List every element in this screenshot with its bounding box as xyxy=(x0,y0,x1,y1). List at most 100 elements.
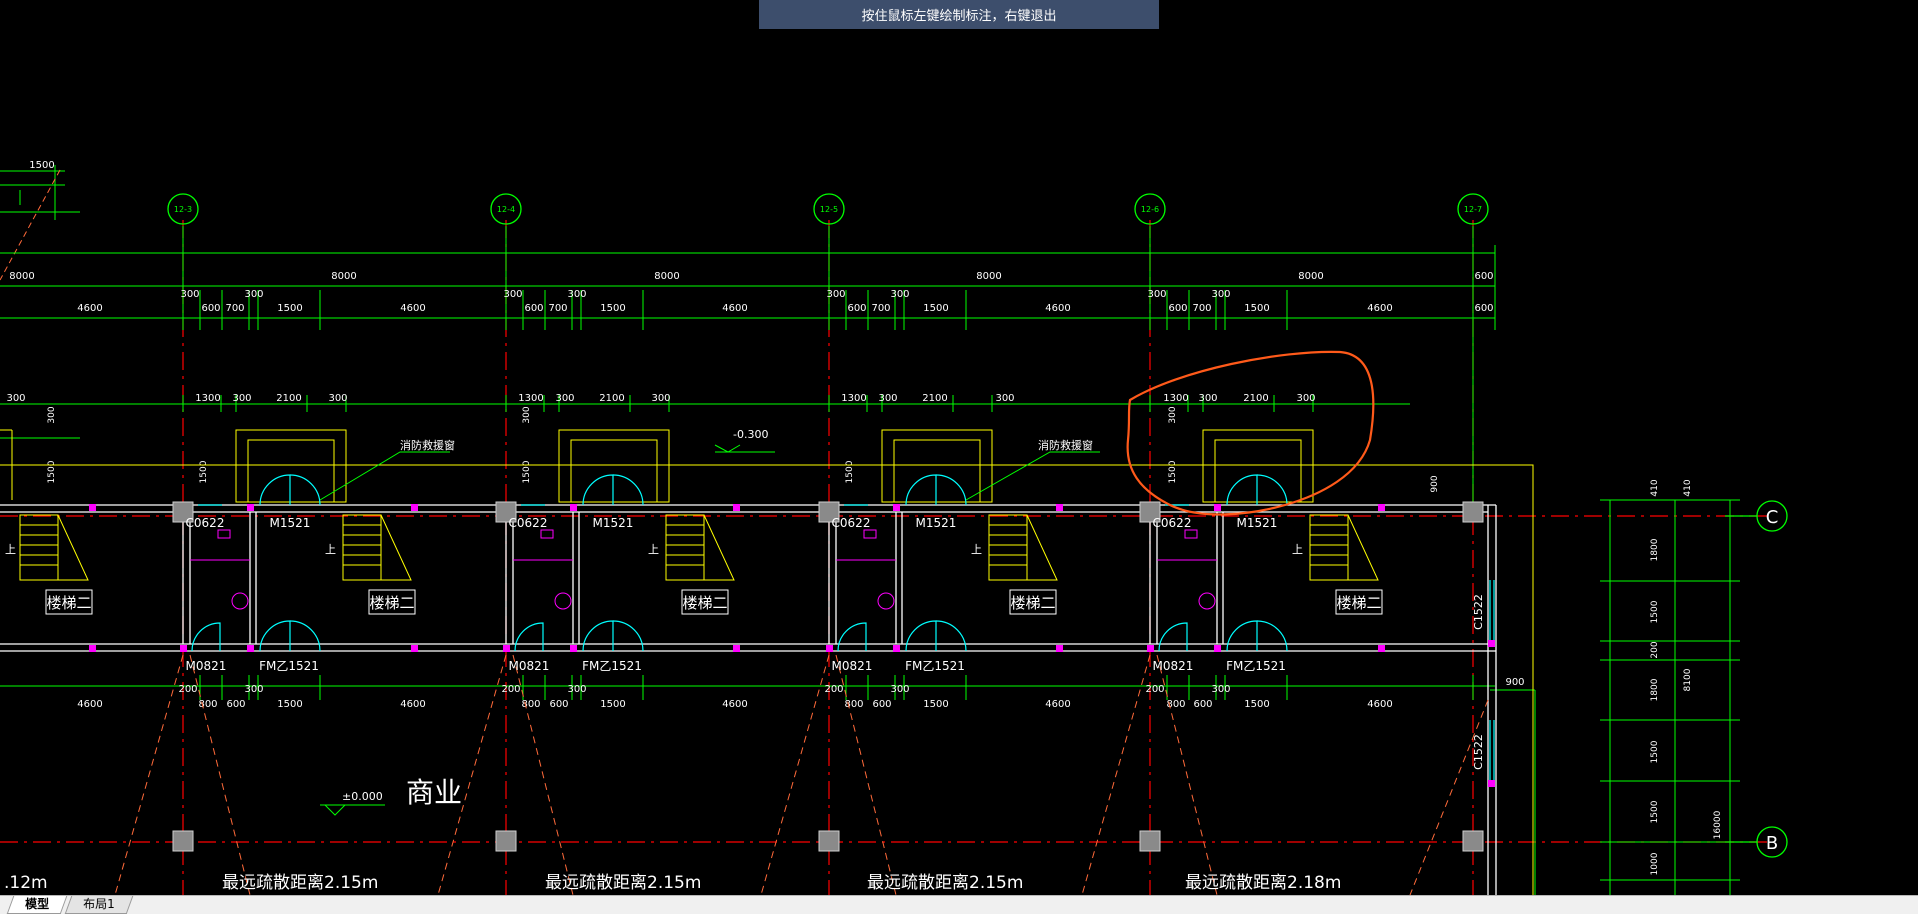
dim-vertical-410: 410 xyxy=(1650,479,1660,496)
corner-detail xyxy=(0,165,80,220)
small-door-label-2: M0821 xyxy=(832,659,873,673)
stair-up-label-0: 上 xyxy=(5,543,16,556)
small-door-label-3: M0821 xyxy=(1153,659,1194,673)
dim-overall-4: 8000 xyxy=(1298,271,1323,282)
dim-700: 700 xyxy=(1192,303,1211,314)
dim-vertical-300: 300 xyxy=(1168,406,1178,423)
stair-label-4: 楼梯二 xyxy=(1336,594,1381,612)
dim-vertical-1500: 1500 xyxy=(47,460,57,483)
evacuation-distance-cut: .12m xyxy=(4,873,48,893)
fire-door-label-0: FM乙1521 xyxy=(259,659,319,673)
evacuation-distance-3: 最远疏散距离2.18m xyxy=(1185,873,1341,893)
dim-800: 800 xyxy=(521,699,540,710)
evacuation-lines xyxy=(114,654,1489,895)
dim-300: 300 xyxy=(244,289,263,300)
side-window-label-0: C1522 xyxy=(1472,594,1485,630)
axis-label-12-7: 12-7 xyxy=(1464,205,1482,214)
door-label-1: M1521 xyxy=(593,516,634,530)
axis-label-b: B xyxy=(1766,833,1778,854)
dim-1500: 1500 xyxy=(923,699,948,710)
tab-layout1-label: 布局1 xyxy=(83,897,115,911)
window-label-1: C0622 xyxy=(509,516,548,530)
dim-300: 300 xyxy=(1198,393,1217,404)
dim-300: 300 xyxy=(232,393,251,404)
dim-300: 300 xyxy=(826,289,845,300)
dim-vertical-1500: 1500 xyxy=(199,460,209,483)
level-top-label: -0.300 xyxy=(733,428,768,441)
drawing-canvas[interactable]: 12-3 12-4 12-5 12-6 12-7 C B 1500 8000 8… xyxy=(0,0,1918,895)
dim-300: 300 xyxy=(1211,684,1230,695)
dim-1500: 1500 xyxy=(1244,303,1269,314)
dim-1300: 1300 xyxy=(518,393,543,404)
dim-600: 600 xyxy=(549,699,568,710)
dim-600: 600 xyxy=(226,699,245,710)
tab-model[interactable]: 模型 xyxy=(6,896,68,914)
dim-300: 300 xyxy=(503,289,522,300)
dim-2100: 2100 xyxy=(922,393,947,404)
dim-1500: 1500 xyxy=(600,303,625,314)
dim-1300: 1300 xyxy=(1163,393,1188,404)
dim-300: 300 xyxy=(180,289,199,300)
axis-label-c: C xyxy=(1766,507,1779,528)
dim-800: 800 xyxy=(844,699,863,710)
dim-300: 300 xyxy=(567,289,586,300)
dim-vertical-1500: 1500 xyxy=(1650,800,1660,823)
dim-600: 600 xyxy=(1168,303,1187,314)
dim-vertical-1800: 1800 xyxy=(1650,538,1660,561)
dim-second-0: 4600 xyxy=(77,303,102,314)
dim-vertical-16000: 16000 xyxy=(1713,810,1723,839)
room-name-commercial: 商业 xyxy=(406,776,462,809)
axis-label-12-5: 12-5 xyxy=(820,205,838,214)
dim-600: 600 xyxy=(1193,699,1212,710)
dim-bottom-4600: 4600 xyxy=(400,699,425,710)
freehand-circle-markup[interactable] xyxy=(1126,350,1375,516)
dim-300: 300 xyxy=(1296,393,1315,404)
dim-overall-0: 8000 xyxy=(9,271,34,282)
dim-vertical-1500: 1500 xyxy=(1168,460,1178,483)
dim-second-2: 4600 xyxy=(722,303,747,314)
axis-label-12-3: 12-3 xyxy=(174,205,192,214)
layout-tab-bar: 模型 布局1 xyxy=(0,895,1918,914)
dim-900: 900 xyxy=(1505,677,1524,688)
walls xyxy=(0,504,1497,895)
dim-1500: 1500 xyxy=(1244,699,1269,710)
dim-vertical-300: 300 xyxy=(47,406,57,423)
dim-1500: 1500 xyxy=(277,303,302,314)
window-label-3: C0622 xyxy=(1153,516,1192,530)
dim-vertical-1000: 1000 xyxy=(1650,852,1660,875)
small-door-label-1: M0821 xyxy=(509,659,550,673)
fire-door-label-1: FM乙1521 xyxy=(582,659,642,673)
dim-700: 700 xyxy=(548,303,567,314)
dim-second-4: 4600 xyxy=(1367,303,1392,314)
dim-top-left: 1500 xyxy=(29,160,54,171)
dim-second-3: 4600 xyxy=(1045,303,1070,314)
dim-300: 300 xyxy=(244,684,263,695)
dim-200: 200 xyxy=(178,684,197,695)
dim-300: 300 xyxy=(890,684,909,695)
dim-1300: 1300 xyxy=(841,393,866,404)
dim-300: 300 xyxy=(890,289,909,300)
tab-model-label: 模型 xyxy=(25,897,50,911)
evacuation-distance-1: 最远疏散距离2.15m xyxy=(545,873,701,893)
axis-bubbles xyxy=(167,193,1788,858)
dim-overall-1: 8000 xyxy=(331,271,356,282)
stair-label-0: 楼梯二 xyxy=(46,594,91,612)
dim-800: 800 xyxy=(198,699,217,710)
dim-vertical-1500: 1500 xyxy=(522,460,532,483)
dim-bottom-4600: 4600 xyxy=(77,699,102,710)
dim-700: 700 xyxy=(225,303,244,314)
side-window-label-1: C1522 xyxy=(1472,734,1485,770)
dim-300: 300 xyxy=(651,393,670,404)
dim-300: 300 xyxy=(555,393,574,404)
dim-bottom-4600: 4600 xyxy=(1367,699,1392,710)
dim-1500: 1500 xyxy=(277,699,302,710)
dim-300: 300 xyxy=(328,393,347,404)
dim-300: 300 xyxy=(567,684,586,695)
dim-vertical-900: 900 xyxy=(1430,475,1440,492)
dim-vertical-8100: 8100 xyxy=(1683,668,1693,691)
dim-300: 300 xyxy=(1147,289,1166,300)
door-label-3: M1521 xyxy=(1237,516,1278,530)
dim-600: 600 xyxy=(524,303,543,314)
tab-layout1[interactable]: 布局1 xyxy=(64,896,133,914)
dim-overall-2: 8000 xyxy=(654,271,679,282)
